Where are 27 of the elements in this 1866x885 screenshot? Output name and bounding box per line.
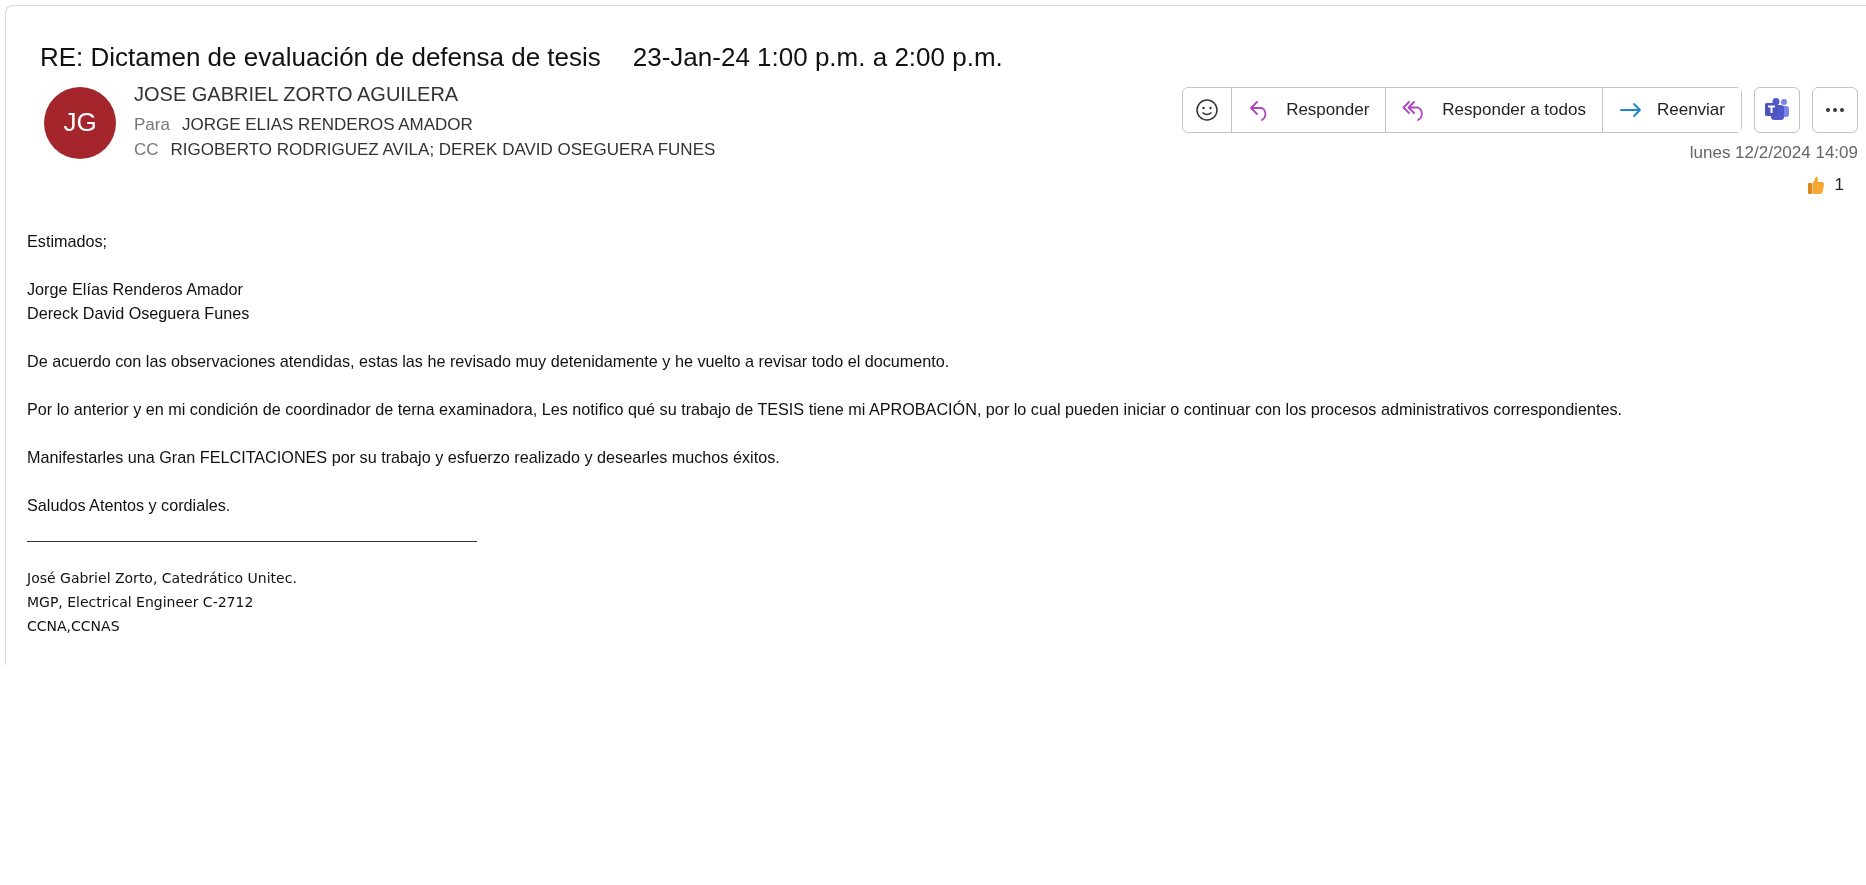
more-icon — [1825, 107, 1845, 113]
forward-button[interactable]: Reenviar — [1601, 88, 1741, 132]
forward-arrow-icon — [1618, 102, 1643, 118]
recipient-label: Para — [134, 114, 170, 136]
body-text: Por lo anterior y en mi condición de coordinador de terna examinadora, Les notifico qué su trabajo de TESIS tiene mi APROBACIÓN, por lo cual pueden iniciar o continuar con los procesos administrativos correspondientes. — [27, 399, 1624, 420]
body-text: Saludos Atentos y cordiales. — [27, 495, 232, 516]
recipient-label: CC — [134, 139, 159, 161]
sender-name: JOSE GABRIEL ZORTO AGUILERA — [134, 83, 460, 106]
reaction-count: 1 — [1834, 175, 1844, 195]
recipient-list: RIGOBERTO RODRIGUEZ AVILA; DEREK DAVID OSEGUERA FUNES — [170, 137, 716, 162]
sent-date: lunes 12/2/2024 14:09 — [1689, 143, 1858, 163]
body-text: Dereck David Oseguera Funes — [27, 303, 251, 324]
teams-button[interactable] — [1754, 87, 1800, 133]
body-text: Jorge Elías Renderos Amador — [27, 279, 244, 300]
body-text: Estimados; — [27, 231, 109, 252]
sender-avatar: JG — [44, 86, 116, 159]
event-time: 23-Jan-24 1:00 p.m. a 2:00 p.m. — [632, 42, 1003, 73]
body-text: De acuerdo con las observaciones atendidas, estas las he revisado muy detenidamente y he vuelto a revisar todo el documento. — [27, 351, 951, 372]
smiley-icon — [1195, 98, 1220, 122]
thumbs-up-icon[interactable] — [1806, 175, 1825, 195]
email-subject: RE: Dictamen de evaluación de defensa de tesis — [40, 42, 601, 73]
recipient-list: JORGE ELIAS RENDEROS AMADOR — [181, 112, 473, 137]
teams-icon — [1763, 97, 1791, 123]
body-text: Manifestarles una Gran FELCITACIONES por su trabajo y esfuerzo realizado y desearles muchos éxitos. — [27, 447, 781, 468]
signature-line: MGP, Electrical Engineer C-2712 — [27, 593, 255, 612]
signature-line: CCNA,CCNAS — [27, 617, 121, 636]
signature-line: José Gabriel Zorto, Catedrático Unitec. — [27, 569, 298, 588]
